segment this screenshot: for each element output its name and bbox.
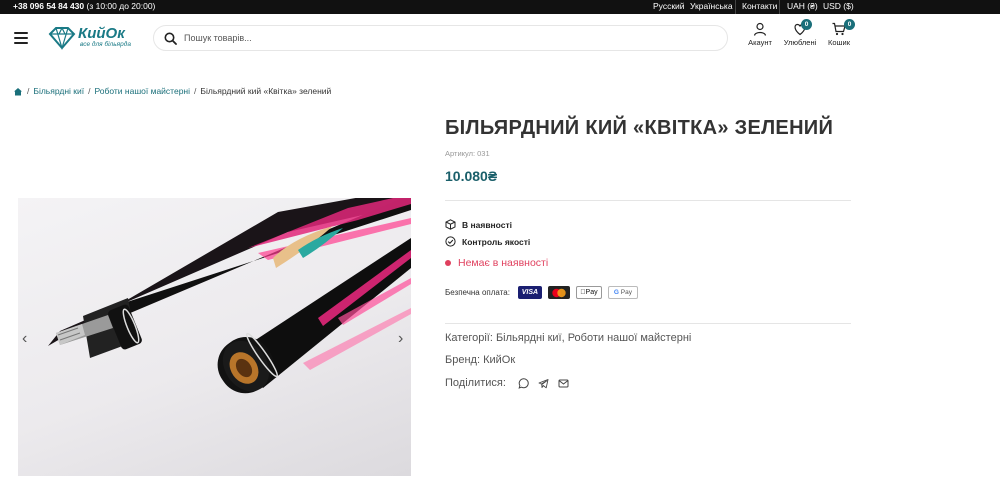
cart-label: Кошик <box>827 38 851 47</box>
stock-status: Немає в наявності <box>445 257 548 269</box>
product-categories: Категорії: Більярдні киї, Роботи нашої м… <box>445 332 691 344</box>
account-button[interactable]: Акаунт <box>745 22 775 47</box>
product-image[interactable] <box>18 198 411 476</box>
breadcrumb-separator: / <box>27 86 30 96</box>
top-bar: +38 096 54 84 430 (з 10:00 до 20:00) Рус… <box>0 0 1000 14</box>
lang-russian[interactable]: Русский <box>653 1 685 11</box>
home-icon[interactable] <box>13 87 23 96</box>
feature-quality-label: Контроль якості <box>462 236 531 247</box>
cart-button[interactable]: Кошик 0 <box>825 19 855 47</box>
search-input[interactable] <box>184 30 704 46</box>
telegram-icon[interactable] <box>538 378 549 389</box>
status-dot <box>445 260 451 266</box>
divider <box>445 200 851 201</box>
working-hours: (з 10:00 до 20:00) <box>86 1 156 11</box>
divider <box>445 323 851 324</box>
visa-icon: VISA <box>517 286 542 299</box>
divider <box>779 0 780 14</box>
currency-uah[interactable]: UAH (₴) <box>787 1 818 11</box>
phone-text: +38 096 54 84 430 <box>13 1 85 11</box>
check-badge-icon <box>445 236 456 247</box>
user-icon <box>753 22 767 36</box>
site-logo[interactable]: КийОк все для більярда <box>47 24 137 52</box>
categories-label: Категорії: <box>445 332 493 344</box>
cart-count-badge: 0 <box>844 19 855 30</box>
product-sku: Артикул: 031 <box>445 149 490 158</box>
logo-name: КийОк <box>78 25 125 42</box>
lang-ukrainian[interactable]: Українська <box>690 1 733 11</box>
feature-quality: Контроль якості <box>445 236 530 247</box>
whatsapp-icon[interactable] <box>518 377 529 389</box>
feature-in-stock-label: В наявності <box>462 219 513 230</box>
menu-icon[interactable] <box>14 32 28 44</box>
wishlist-count-badge: 0 <box>801 19 812 30</box>
breadcrumb: / Більярдні киї / Роботи нашої майстерні… <box>13 86 331 96</box>
share-section: Поділитися: <box>445 377 569 389</box>
categories-links[interactable]: Більярдні киї, Роботи нашої майстерні <box>496 332 691 344</box>
wishlist-label: Улюблені <box>783 38 817 47</box>
breadcrumb-billiard-cues[interactable]: Більярдні киї <box>33 86 84 96</box>
apple-pay-icon: Pay <box>575 286 602 299</box>
breadcrumb-workshop[interactable]: Роботи нашої майстерні <box>94 86 190 96</box>
search-bar <box>153 25 728 51</box>
product-brand: Бренд: КийОк <box>445 354 515 366</box>
breadcrumb-current: Більярдний кий «Квітка» зелений <box>200 86 332 96</box>
currency-usd[interactable]: USD ($) <box>823 1 854 11</box>
account-label: Акаунт <box>748 38 772 47</box>
mastercard-icon <box>547 286 570 299</box>
stock-status-text: Немає в наявності <box>458 257 549 269</box>
brand-link[interactable]: КийОк <box>483 354 515 366</box>
billiard-cue-photo <box>48 198 411 394</box>
wishlist-button[interactable]: Улюблені 0 <box>782 19 818 47</box>
gallery-prev-arrow[interactable]: ‹ <box>22 330 27 348</box>
contacts-link[interactable]: Контакти <box>742 1 777 11</box>
gallery-next-arrow[interactable]: › <box>398 330 403 348</box>
feature-in-stock: В наявності <box>445 219 512 230</box>
share-label: Поділитися: <box>445 377 506 389</box>
product-title: БІЛЬЯРДНИЙ КИЙ «КВІТКА» ЗЕЛЕНИЙ <box>445 117 834 139</box>
logo-tagline: все для більярда <box>80 41 131 48</box>
divider <box>735 0 736 14</box>
search-icon[interactable] <box>164 32 177 45</box>
box-icon <box>445 219 456 230</box>
breadcrumb-separator: / <box>88 86 91 96</box>
diamond-logo-icon <box>48 26 76 50</box>
brand-label: Бренд: <box>445 354 481 366</box>
product-price: 10.080₴ <box>445 168 498 184</box>
email-icon[interactable] <box>558 378 569 389</box>
payment-label: Безпечна оплата: <box>445 288 510 297</box>
secure-payment: Безпечна оплата: VISA Pay G Pay <box>445 286 638 299</box>
phone-number[interactable]: +38 096 54 84 430 (з 10:00 до 20:00) <box>13 1 155 11</box>
google-pay-icon: G Pay <box>607 286 638 299</box>
breadcrumb-separator: / <box>194 86 197 96</box>
